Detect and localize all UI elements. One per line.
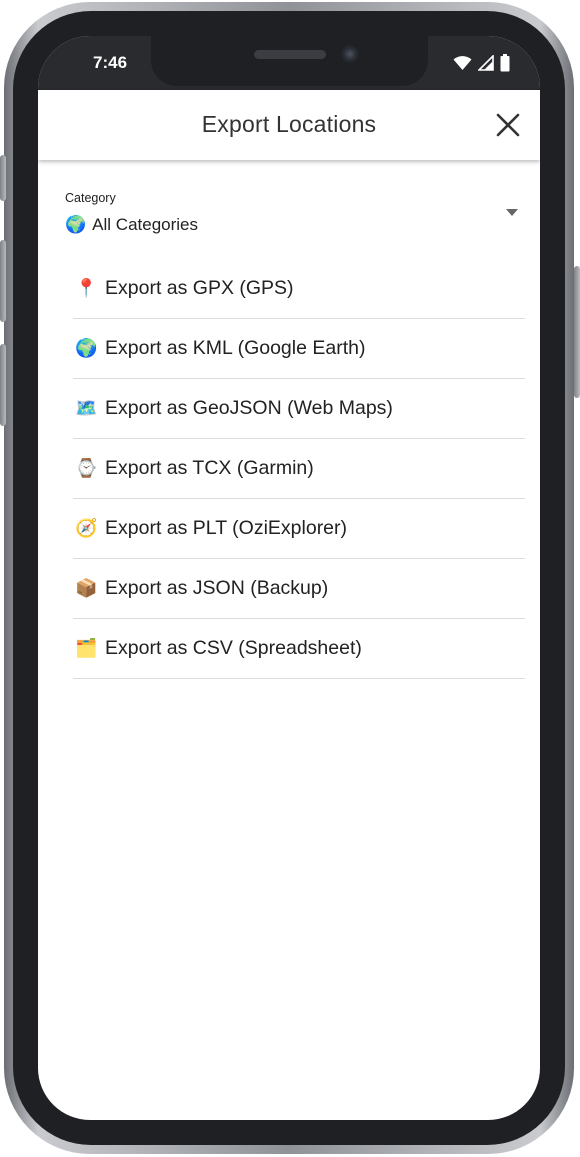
export-options-list: 📍 Export as GPX (GPS) 🌍 Export as KML (G… [73,259,525,679]
export-option-label: Export as GeoJSON (Web Maps) [105,397,393,419]
export-option-csv[interactable]: 🗂️ Export as CSV (Spreadsheet) [73,619,525,679]
export-option-geojson[interactable]: 🗺️ Export as GeoJSON (Web Maps) [73,379,525,439]
mute-switch [0,155,6,201]
battery-icon [500,54,510,72]
export-option-json[interactable]: 📦 Export as JSON (Backup) [73,559,525,619]
export-option-label: Export as KML (Google Earth) [105,337,366,359]
export-option-plt[interactable]: 🧭 Export as PLT (OziExplorer) [73,499,525,559]
export-option-gpx[interactable]: 📍 Export as GPX (GPS) [73,259,525,319]
export-option-label: Export as PLT (OziExplorer) [105,517,348,539]
pin-icon: 📍 [75,278,98,298]
globe-icon: 🌍 [65,215,87,234]
phone-body: 7:46 Export Locations Category 🌍 All Cat… [13,11,565,1145]
phone-frame: 7:46 Export Locations Category 🌍 All Cat… [4,2,574,1154]
globe-icon: 🌍 [75,338,98,358]
map-icon: 🗺️ [75,398,98,418]
volume-down-button [0,344,6,426]
volume-up-button [0,240,6,322]
close-button[interactable] [494,111,522,139]
card-index-dividers-icon: 🗂️ [75,638,98,658]
status-time: 7:46 [93,53,128,72]
category-label: Category [65,191,116,205]
export-option-label: Export as TCX (Garmin) [105,457,314,479]
front-camera [341,45,359,63]
export-option-label: Export as CSV (Spreadsheet) [105,637,362,659]
category-select[interactable]: Category 🌍 All Categories [65,191,518,239]
notch [151,36,428,86]
app-bar: Export Locations [38,90,540,160]
export-option-tcx[interactable]: ⌚ Export as TCX (Garmin) [73,439,525,499]
export-option-kml[interactable]: 🌍 Export as KML (Google Earth) [73,319,525,379]
watch-icon: ⌚ [75,458,98,478]
export-option-label: Export as GPX (GPS) [105,277,294,299]
signal-icon [478,55,494,71]
compass-icon: 🧭 [75,518,98,538]
package-icon: 📦 [75,578,98,598]
page-title: Export Locations [201,111,377,137]
export-option-label: Export as JSON (Backup) [105,577,329,599]
screen: 7:46 Export Locations Category 🌍 All Cat… [38,36,540,1120]
close-icon [496,113,520,137]
wifi-icon [453,56,472,70]
category-value: 🌍 All Categories [65,215,198,235]
power-button [574,266,580,398]
speaker [254,50,326,59]
status-bar: 7:46 [38,36,540,90]
category-value-text: All Categories [92,215,198,234]
dropdown-arrow-icon [506,209,518,216]
status-icons [453,54,510,72]
